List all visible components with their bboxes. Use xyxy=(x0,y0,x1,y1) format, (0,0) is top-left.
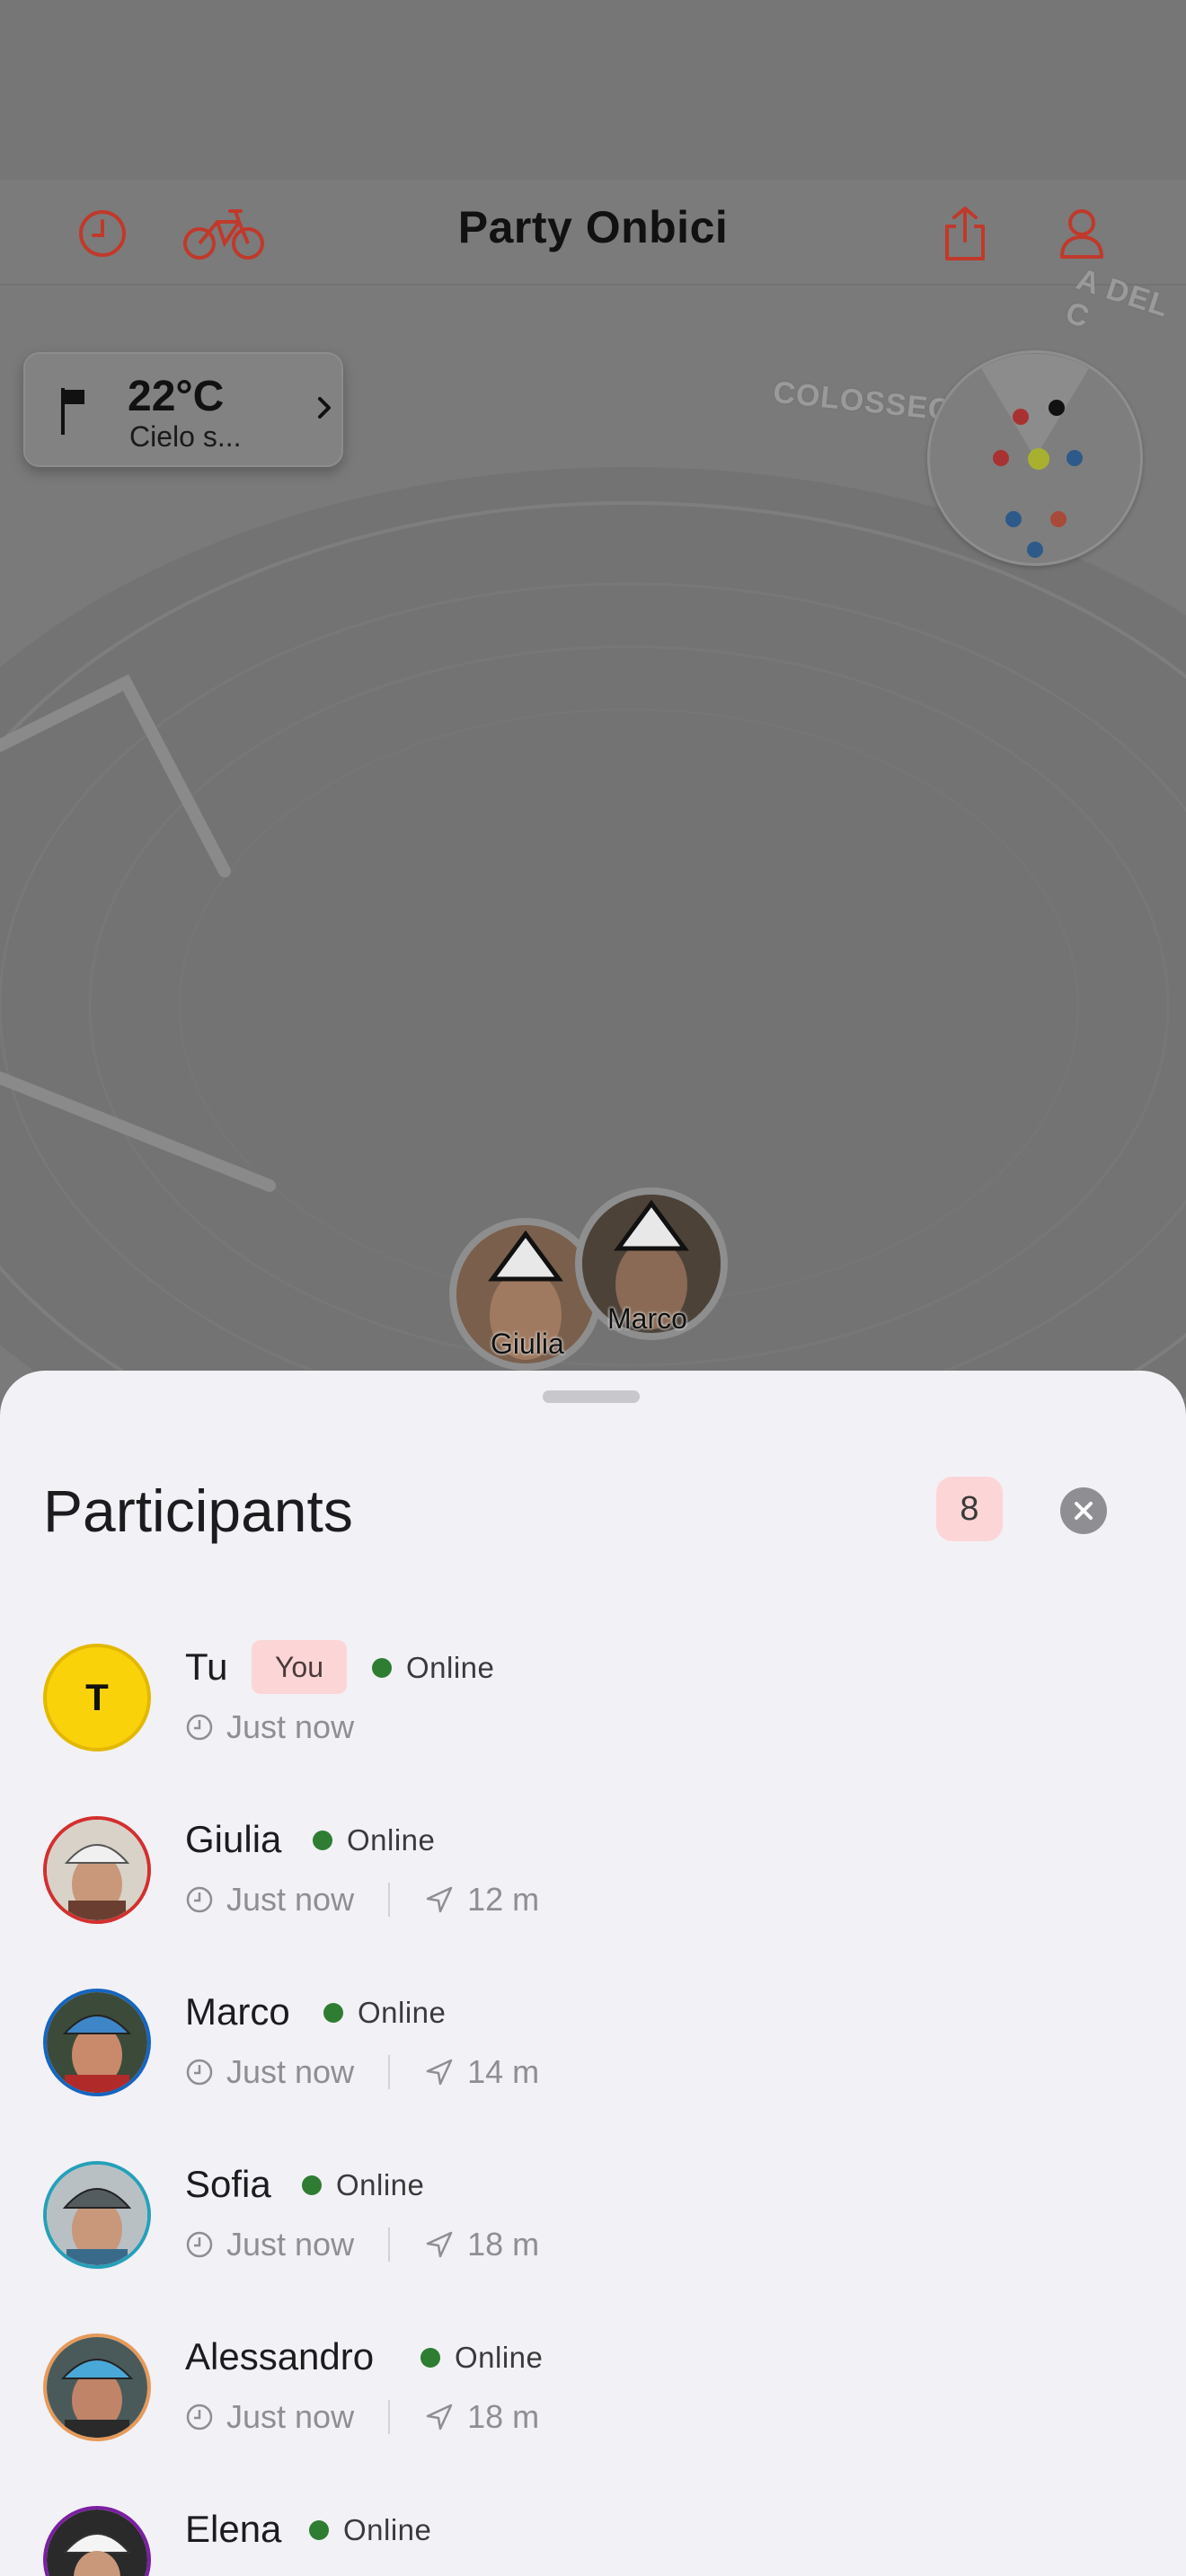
online-status-dot xyxy=(323,2003,343,2023)
distance: 14 m xyxy=(467,2053,540,2090)
last-seen: Just now xyxy=(226,2398,355,2435)
participant-name: Elena xyxy=(185,2508,282,2550)
list-item[interactable]: T Tu You Online Just now xyxy=(0,1640,1186,1816)
distance: 18 m xyxy=(467,2226,540,2263)
list-item[interactable]: Giulia Online Just now 12 m xyxy=(0,1816,1186,1989)
map-pin-label: Giulia xyxy=(491,1328,564,1360)
weather-temperature: 22°C xyxy=(128,373,225,420)
mini-radar[interactable] xyxy=(927,350,1143,566)
list-item[interactable]: Alessandro Online Just now 18 m xyxy=(0,2333,1186,2506)
radar-dot xyxy=(1049,400,1065,416)
close-icon xyxy=(1075,1502,1093,1520)
weather-condition: Cielo s... xyxy=(129,420,242,453)
participant-name: Giulia xyxy=(185,1818,282,1860)
list-item[interactable]: Marco Online Just now 14 m xyxy=(0,1989,1186,2161)
you-badge: You xyxy=(252,1640,347,1694)
meta-divider xyxy=(388,2228,391,2262)
last-seen: Just now xyxy=(226,1708,355,1745)
online-status: Online xyxy=(358,1996,447,2029)
online-status: Online xyxy=(455,2341,544,2374)
avatar xyxy=(43,1989,151,2096)
clock-icon xyxy=(186,2231,213,2258)
last-seen: Just now xyxy=(226,2226,355,2263)
weather-card[interactable]: 22°C Cielo s... xyxy=(23,352,343,467)
distance: 12 m xyxy=(467,1881,540,1918)
share-icon[interactable] xyxy=(929,198,1001,269)
app-title: Party Onbici xyxy=(457,202,729,252)
avatar: T xyxy=(43,1644,151,1751)
sheet-grabber[interactable] xyxy=(543,1390,640,1403)
radar-dot xyxy=(1050,511,1067,527)
location-arrow-icon xyxy=(426,2059,453,2086)
participant-meta: Just now 12 m xyxy=(185,1881,539,1919)
online-status-dot xyxy=(420,2348,440,2368)
top-bar: Party Onbici xyxy=(0,180,1186,286)
list-item[interactable]: Sofia Online Just now 18 m xyxy=(0,2161,1186,2333)
participant-name: Tu xyxy=(185,1645,228,1688)
participant-name: Marco xyxy=(185,1990,290,2033)
radar-center-dot xyxy=(1028,448,1049,470)
flag-icon xyxy=(58,386,93,441)
chevron-right-icon xyxy=(314,390,336,430)
clock-icon xyxy=(186,2059,213,2086)
online-status-dot xyxy=(313,1831,332,1850)
participant-name: Alessandro xyxy=(185,2335,375,2378)
online-status: Online xyxy=(343,2513,432,2546)
clock-icon xyxy=(186,1886,213,1913)
clock-icon xyxy=(186,2404,213,2430)
map-pin-label: Marco xyxy=(607,1302,687,1335)
profile-icon[interactable] xyxy=(1046,198,1118,269)
online-status-dot xyxy=(302,2175,322,2195)
online-status-dot xyxy=(309,2520,329,2540)
location-arrow-icon xyxy=(426,2231,453,2258)
online-status: Online xyxy=(347,1823,436,1857)
radar-dot xyxy=(1027,542,1043,558)
participant-meta: Just now 18 m xyxy=(185,2398,539,2436)
participants-sheet: Participants 8 T Tu You Online Just now … xyxy=(0,1371,1186,2576)
participant-name: Sofia xyxy=(185,2163,271,2205)
list-item[interactable]: Elena Online xyxy=(0,2506,1186,2576)
distance: 18 m xyxy=(467,2398,540,2435)
online-status: Online xyxy=(336,2168,425,2201)
participant-meta: Just now 14 m xyxy=(185,2053,539,2091)
radar-dot xyxy=(1005,511,1022,527)
radar-dot xyxy=(993,450,1009,466)
last-seen: Just now xyxy=(226,2053,355,2090)
participant-count-badge: 8 xyxy=(936,1477,1003,1541)
participant-meta: Just now xyxy=(185,1708,354,1746)
avatar xyxy=(43,2333,151,2441)
meta-divider xyxy=(388,1883,391,1917)
avatar xyxy=(43,2161,151,2269)
online-status: Online xyxy=(406,1651,495,1684)
map-view[interactable]: Party Onbici 22°C Cielo s... COLOSSEO A … xyxy=(0,0,1186,1401)
avatar xyxy=(43,1816,151,1924)
radar-dot xyxy=(1013,409,1029,425)
meta-divider xyxy=(388,2400,391,2434)
avatar xyxy=(43,2506,151,2576)
close-button[interactable] xyxy=(1060,1487,1107,1534)
radar-dot xyxy=(1067,450,1083,466)
online-status-dot xyxy=(372,1658,392,1678)
sheet-title: Participants xyxy=(43,1478,353,1544)
meta-divider xyxy=(388,2055,391,2089)
clock-icon xyxy=(186,1714,213,1741)
participant-meta: Just now 18 m xyxy=(185,2226,539,2263)
last-seen: Just now xyxy=(226,1881,355,1918)
location-arrow-icon xyxy=(426,1886,453,1913)
status-bar xyxy=(0,0,1186,180)
location-arrow-icon xyxy=(426,2404,453,2430)
